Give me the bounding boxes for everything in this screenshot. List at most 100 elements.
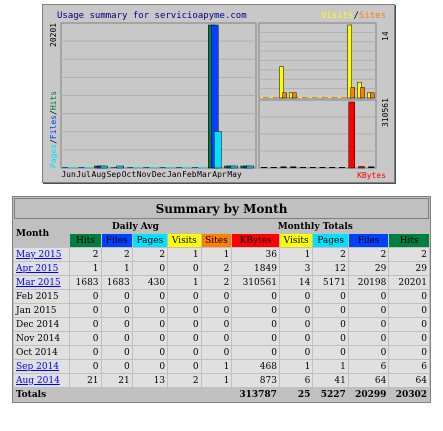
month-label: Jan [166,170,182,179]
value-cell: 1 [201,374,232,387]
sites-bar [263,97,267,98]
sites-bar [292,92,297,99]
month-label: Jun [61,170,76,179]
sites-bar [370,92,375,99]
value-cell: 0 [348,290,389,303]
left-scale-max: 20201 [49,22,58,47]
value-cell: 2 [201,276,232,289]
value-cell: 2 [101,248,132,261]
sites-bar [272,97,277,98]
month-cell[interactable]: Aug 2014 [14,374,70,387]
value-cell: 0 [389,304,429,317]
value-cell: 0 [101,332,132,345]
kbytes-bar [368,166,375,168]
value-cell: 0 [70,304,101,317]
table-row: Aug 2014 21 21 13 2 1 873 6 41 64 64 [14,374,429,387]
value-cell: 0 [101,360,132,373]
month-cell[interactable]: Mar 2015 [14,276,70,289]
value-cell: 13 [132,374,168,387]
pages-bar [230,165,238,169]
right-scale-max: 14 [381,31,390,41]
daily-col-pages: Pages [132,234,168,247]
value-cell: 0 [70,290,101,303]
value-cell: 0 [232,318,279,331]
value-cell: 0 [168,318,201,331]
month-cell[interactable]: Sep 2014 [14,360,70,373]
value-cell: 0 [313,304,348,317]
value-cell: 0 [348,318,389,331]
value-cell: 0 [389,332,429,345]
value-cell: 0 [279,304,313,317]
value-cell: 1 [70,262,101,275]
value-cell: 0 [232,332,279,345]
value-cell: 14 [279,276,313,289]
value-cell: 0 [348,304,389,317]
value-cell: 0 [348,346,389,359]
value-cell: 21 [70,374,101,387]
table-row: May 2015 2 2 2 1 1 36 1 2 2 2 [14,248,429,261]
month-link[interactable]: Apr 2015 [16,264,58,274]
sites-bar [360,87,365,99]
value-cell: 0 [70,332,101,345]
month-link[interactable]: Mar 2015 [16,278,61,288]
month-label: Dec [151,170,167,179]
value-cell: 2 [132,248,168,261]
value-cell: 0 [201,304,232,317]
value-cell: 0 [101,290,132,303]
month-cell: Dec 2014 [14,318,70,331]
table-row: Dec 2014 0 0 0 0 0 0 0 0 0 0 [14,318,429,331]
month-label: Aug [91,170,106,179]
value-cell: 29 [389,262,429,275]
sites-bar [321,97,326,98]
table-row: Jan 2015 0 0 0 0 0 0 0 0 0 0 [14,304,429,317]
value-cell: 0 [132,346,168,359]
month-link[interactable]: May 2015 [16,250,61,260]
value-cell: 1849 [232,262,279,275]
value-cell: 468 [232,360,279,373]
kbytes-bar [358,166,365,169]
pages-bar [181,167,189,168]
monthly-col-visits: Visits [279,234,313,247]
month-cell[interactable]: May 2015 [14,248,70,261]
value-cell: 1 [201,360,232,373]
value-cell: 1 [168,248,201,261]
month-label: Apr [212,170,227,179]
value-cell: 0 [168,262,201,275]
axis-legend-pages: Pages [49,143,58,168]
daily-col-files: Files [101,234,132,247]
value-cell: 2 [201,262,232,275]
month-cell[interactable]: Apr 2015 [14,262,70,275]
monthly-totals-header: Monthly Totals [201,220,429,233]
value-cell: 0 [201,290,232,303]
pages-bar [133,167,140,168]
kbytes-bar [319,167,326,168]
monthly-col-sites: Sites [201,234,232,247]
value-cell: 1 [313,360,348,373]
month-link[interactable]: Aug 2014 [16,376,60,386]
value-cell: 0 [389,318,429,331]
value-cell: 1 [201,248,232,261]
total-cell: 313787 [232,388,279,401]
kbytes-bar [348,101,355,169]
total-cell: 25 [279,388,313,401]
totals-row: Totals 313787 25 5227 20299 20302 [14,388,429,401]
value-cell: 1 [279,248,313,261]
value-cell: 0 [279,346,313,359]
pages-bar [198,167,205,168]
value-cell: 0 [201,332,232,345]
kbytes-bar [261,167,267,168]
sites-bar [302,97,306,98]
kbytes-bar [300,167,306,168]
month-label: Sep [106,170,122,179]
table-row: Sep 2014 0 0 0 0 1 468 1 1 6 6 [14,360,429,373]
pages-bar [116,165,124,169]
month-link[interactable]: Sep 2014 [16,362,59,372]
month-cell: Nov 2014 [14,332,70,345]
month-label: May [227,170,242,179]
value-cell: 0 [168,304,201,317]
month-column-header: Month [14,220,70,247]
summary-title: Summary by Month [14,198,429,219]
value-cell: 2 [313,248,348,261]
value-cell: 64 [348,374,389,387]
value-cell: 310561 [232,276,279,289]
